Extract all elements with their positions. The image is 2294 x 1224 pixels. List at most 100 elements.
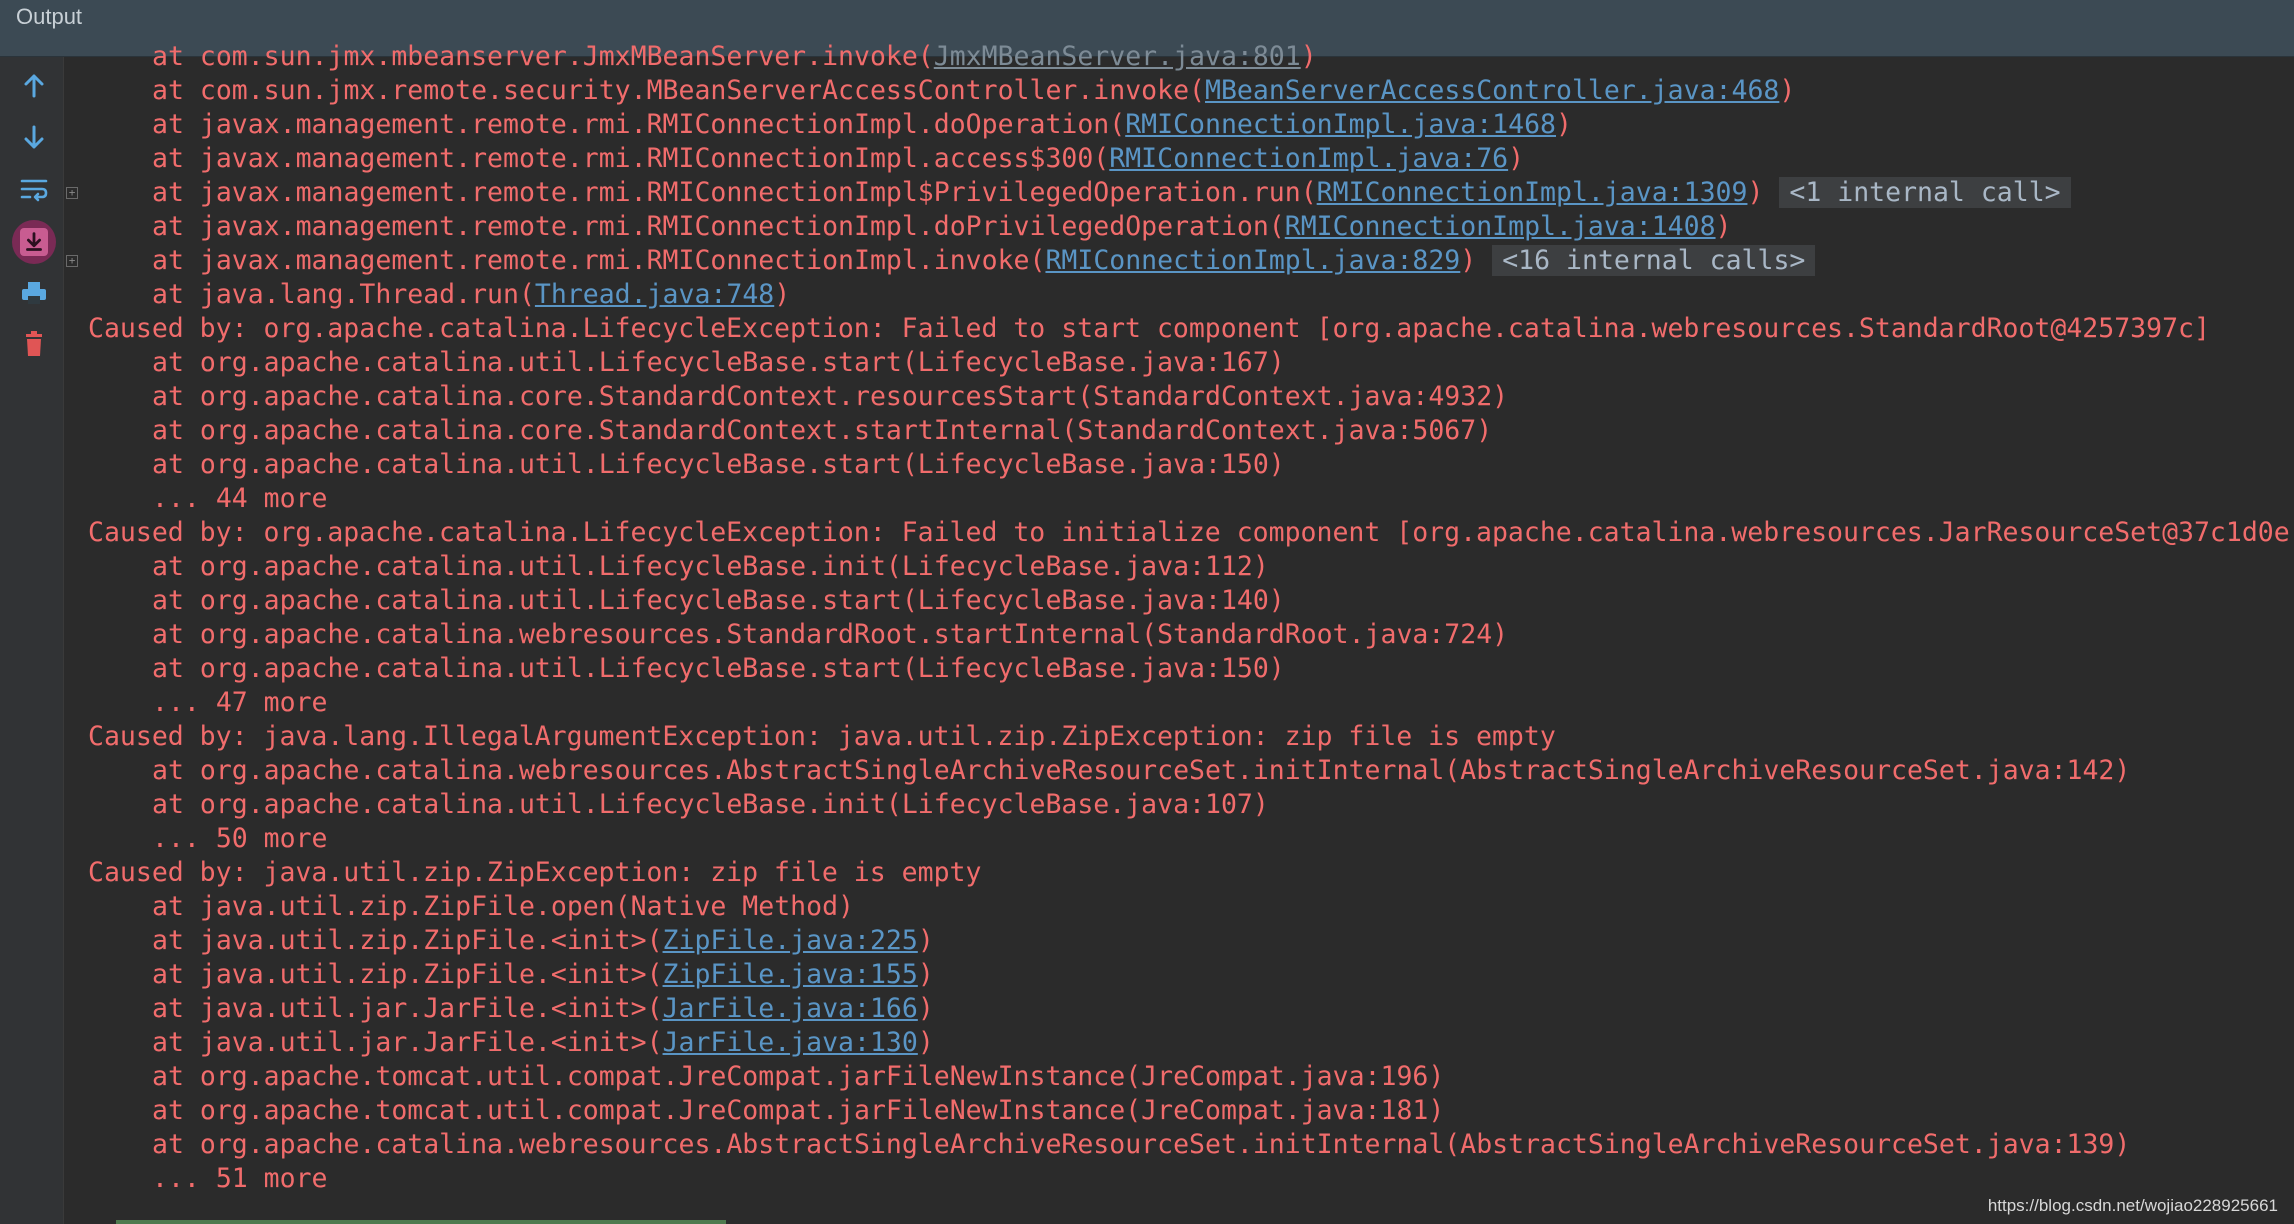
console-line-text: ... 51 more <box>152 1163 328 1194</box>
console-line: at java.lang.Thread.run(Thread.java:748) <box>88 278 2294 312</box>
down-arrow-button[interactable] <box>12 117 56 161</box>
console-line-text: at java.util.jar.JarFile.<init>( <box>152 1027 663 1058</box>
console-line: at org.apache.catalina.util.LifecycleBas… <box>88 584 2294 618</box>
source-link[interactable]: MBeanServerAccessController.java:468 <box>1205 75 1779 106</box>
source-link[interactable]: ZipFile.java:155 <box>663 959 918 990</box>
console-line: Caused by: org.apache.catalina.Lifecycle… <box>88 312 2294 346</box>
console-line-text: at javax.management.remote.rmi.RMIConnec… <box>152 109 1126 140</box>
source-link[interactable]: RMIConnectionImpl.java:829 <box>1045 245 1460 276</box>
console-line: Caused by: java.util.zip.ZipException: z… <box>88 856 2294 890</box>
console-line-text: ) <box>917 993 934 1024</box>
console-line: Caused by: java.lang.IllegalArgumentExce… <box>88 720 2294 754</box>
console-line-text: at com.sun.jmx.remote.security.MBeanServ… <box>152 75 1205 106</box>
source-link[interactable]: RMIConnectionImpl.java:76 <box>1109 143 1508 174</box>
console-line-text: Caused by: java.lang.IllegalArgumentExce… <box>88 721 1556 752</box>
source-link[interactable]: JarFile.java:166 <box>663 993 918 1024</box>
console-line-text: at javax.management.remote.rmi.RMIConnec… <box>152 211 1285 242</box>
console-line: at javax.management.remote.rmi.RMIConnec… <box>88 108 2294 142</box>
console-line-text: at org.apache.tomcat.util.compat.JreComp… <box>152 1095 1445 1126</box>
source-link[interactable]: RMIConnectionImpl.java:1309 <box>1317 177 1748 208</box>
console-line-text: ) <box>1747 177 1764 208</box>
down-arrow-icon <box>19 122 49 156</box>
console-line-text: ) <box>774 279 791 310</box>
print-icon <box>19 278 49 312</box>
console-line: ... 47 more <box>88 686 2294 720</box>
fold-expand-icon[interactable]: + <box>66 187 78 199</box>
console-line: Caused by: org.apache.catalina.Lifecycle… <box>88 516 2294 550</box>
trash-icon <box>19 329 49 363</box>
up-arrow-button[interactable] <box>12 66 56 110</box>
fold-expand-icon[interactable]: + <box>66 255 78 267</box>
console-line-text: at java.util.jar.JarFile.<init>( <box>152 993 663 1024</box>
console-line-text: at org.apache.catalina.webresources.Stan… <box>152 619 1509 650</box>
console-line: at javax.management.remote.rmi.RMIConnec… <box>88 176 2294 210</box>
console-line-text: ) <box>1300 41 1317 72</box>
soft-wrap-icon <box>19 174 49 208</box>
console-line: at javax.management.remote.rmi.RMIConnec… <box>88 244 2294 278</box>
source-link[interactable]: RMIConnectionImpl.java:1408 <box>1285 211 1716 242</box>
console-line-text: at java.util.zip.ZipFile.<init>( <box>152 925 663 956</box>
console-line: at java.util.zip.ZipFile.<init>(ZipFile.… <box>88 958 2294 992</box>
console-line: at org.apache.catalina.webresources.Stan… <box>88 618 2294 652</box>
source-link[interactable]: RMIConnectionImpl.java:1468 <box>1125 109 1556 140</box>
console-line-text: ... 47 more <box>152 687 328 718</box>
console-line: at java.util.jar.JarFile.<init>(JarFile.… <box>88 992 2294 1026</box>
console-line: ... 51 more <box>88 1162 2294 1196</box>
source-link[interactable]: JarFile.java:130 <box>663 1027 918 1058</box>
console-line-text: at java.util.zip.ZipFile.<init>( <box>152 959 663 990</box>
console-line: at org.apache.catalina.core.StandardCont… <box>88 380 2294 414</box>
clear-all-button[interactable] <box>12 324 56 368</box>
console-line: at org.apache.catalina.core.StandardCont… <box>88 414 2294 448</box>
console-line: at java.util.zip.ZipFile.open(Native Met… <box>88 890 2294 924</box>
console-line: at javax.management.remote.rmi.RMIConnec… <box>88 142 2294 176</box>
console-line-text: at java.util.zip.ZipFile.open(Native Met… <box>152 891 854 922</box>
console-toolbar <box>0 57 64 1224</box>
console-line: at org.apache.catalina.util.LifecycleBas… <box>88 448 2294 482</box>
console-line-text: Caused by: org.apache.catalina.Lifecycle… <box>88 313 2210 344</box>
console-line: at org.apache.tomcat.util.compat.JreComp… <box>88 1060 2294 1094</box>
console-line-text: ... 44 more <box>152 483 328 514</box>
print-button[interactable] <box>12 273 56 317</box>
console-line-text: ) <box>917 1027 934 1058</box>
console-line-text: ) <box>1556 109 1572 140</box>
console-line: ... 44 more <box>88 482 2294 516</box>
console-line: ... 50 more <box>88 822 2294 856</box>
console-line-text: at com.sun.jmx.mbeanserver.JmxMBeanServe… <box>152 41 934 72</box>
console-line-text: at org.apache.catalina.util.LifecycleBas… <box>152 789 1269 820</box>
console-line-text: at org.apache.catalina.util.LifecycleBas… <box>152 551 1269 582</box>
console-line: at com.sun.jmx.mbeanserver.JmxMBeanServe… <box>88 40 2294 74</box>
console-line-text: at org.apache.catalina.webresources.Abst… <box>152 755 2131 786</box>
console-line-text: at javax.management.remote.rmi.RMIConnec… <box>152 143 1110 174</box>
watermark: https://blog.csdn.net/wojiao228925661 <box>1987 1196 2278 1215</box>
console-line: at org.apache.catalina.util.LifecycleBas… <box>88 788 2294 822</box>
console-line: at org.apache.catalina.util.LifecycleBas… <box>88 550 2294 584</box>
console-line-text: at javax.management.remote.rmi.RMIConnec… <box>152 177 1317 208</box>
source-link[interactable]: Thread.java:748 <box>535 279 774 310</box>
console-line-text: at org.apache.catalina.core.StandardCont… <box>152 381 1509 412</box>
console-line-text: ) <box>917 925 934 956</box>
source-link[interactable]: ZipFile.java:225 <box>663 925 918 956</box>
console-line-text: ) <box>1779 75 1796 106</box>
soft-wrap-button[interactable] <box>12 169 56 213</box>
console-line-text: ... 50 more <box>152 823 328 854</box>
source-link[interactable]: JmxMBeanServer.java:801 <box>934 41 1301 72</box>
console-line-text: Caused by: org.apache.catalina.Lifecycle… <box>88 517 2290 548</box>
console-line-text: at javax.management.remote.rmi.RMIConnec… <box>152 245 1046 276</box>
folded-calls-label[interactable]: <16 internal calls> <box>1492 245 1816 276</box>
scrollbar-thumb[interactable] <box>116 1220 726 1224</box>
scroll-to-end-button[interactable] <box>12 220 56 264</box>
console-line-text: at org.apache.catalina.core.StandardCont… <box>152 415 1493 446</box>
console-line: at java.util.jar.JarFile.<init>(JarFile.… <box>88 1026 2294 1060</box>
console-line-text: at java.lang.Thread.run( <box>152 279 535 310</box>
console-line-text: ) <box>1460 245 1477 276</box>
console-output[interactable]: at com.sun.jmx.mbeanserver.JmxMBeanServe… <box>88 40 2294 1224</box>
console-line-text: ) <box>1508 143 1525 174</box>
console-line: at org.apache.catalina.webresources.Abst… <box>88 1128 2294 1162</box>
console-line-text: at org.apache.catalina.util.LifecycleBas… <box>152 585 1285 616</box>
console-line-text: at org.apache.catalina.webresources.Abst… <box>152 1129 2131 1160</box>
console-line: at javax.management.remote.rmi.RMIConnec… <box>88 210 2294 244</box>
tool-window-title: Output <box>16 4 83 29</box>
console-line-text: ) <box>1715 211 1732 242</box>
console-line: at org.apache.catalina.webresources.Abst… <box>88 754 2294 788</box>
folded-calls-label[interactable]: <1 internal call> <box>1779 177 2071 208</box>
